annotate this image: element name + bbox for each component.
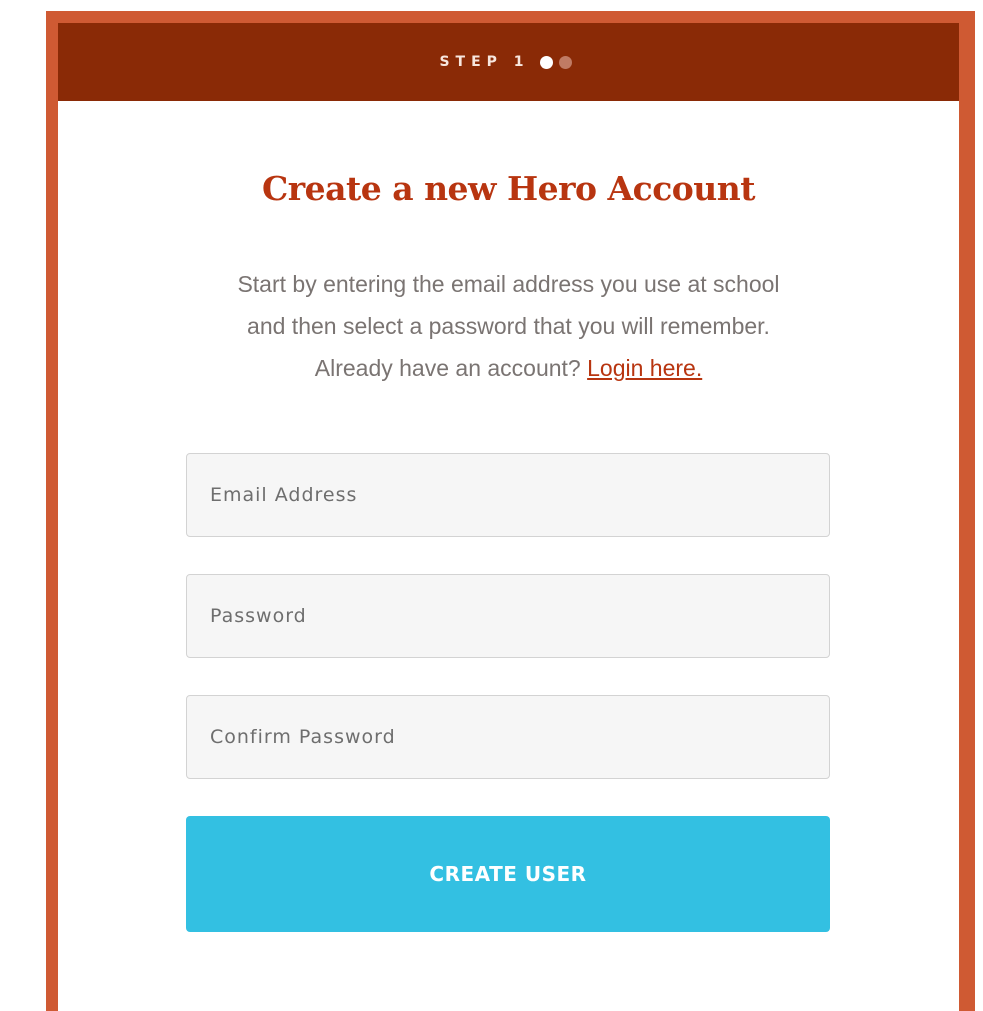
email-field[interactable] bbox=[186, 453, 830, 537]
step-header: STEP 1 bbox=[58, 23, 959, 101]
intro-line-3: Already have an account? Login here. bbox=[58, 347, 959, 389]
already-account-text: Already have an account? bbox=[314, 355, 581, 381]
confirm-password-field[interactable] bbox=[186, 695, 830, 779]
step-indicator bbox=[539, 55, 578, 69]
create-user-button[interactable]: CREATE USER bbox=[186, 816, 830, 932]
step-label: STEP 1 bbox=[439, 54, 530, 70]
step-dot-2-inactive bbox=[558, 55, 572, 69]
page-frame: STEP 1 Create a new Hero Account Start b… bbox=[46, 11, 975, 1011]
step-dot-1-active bbox=[539, 55, 553, 69]
intro-line-1: Start by entering the email address you … bbox=[237, 271, 780, 297]
intro-line-2: and then select a password that you will… bbox=[247, 313, 770, 339]
login-link[interactable]: Login here. bbox=[587, 355, 702, 381]
page-title: Create a new Hero Account bbox=[261, 169, 756, 208]
password-field[interactable] bbox=[186, 574, 830, 658]
intro-text: Start by entering the email address you … bbox=[58, 263, 959, 389]
signup-panel: STEP 1 Create a new Hero Account Start b… bbox=[58, 23, 959, 1011]
